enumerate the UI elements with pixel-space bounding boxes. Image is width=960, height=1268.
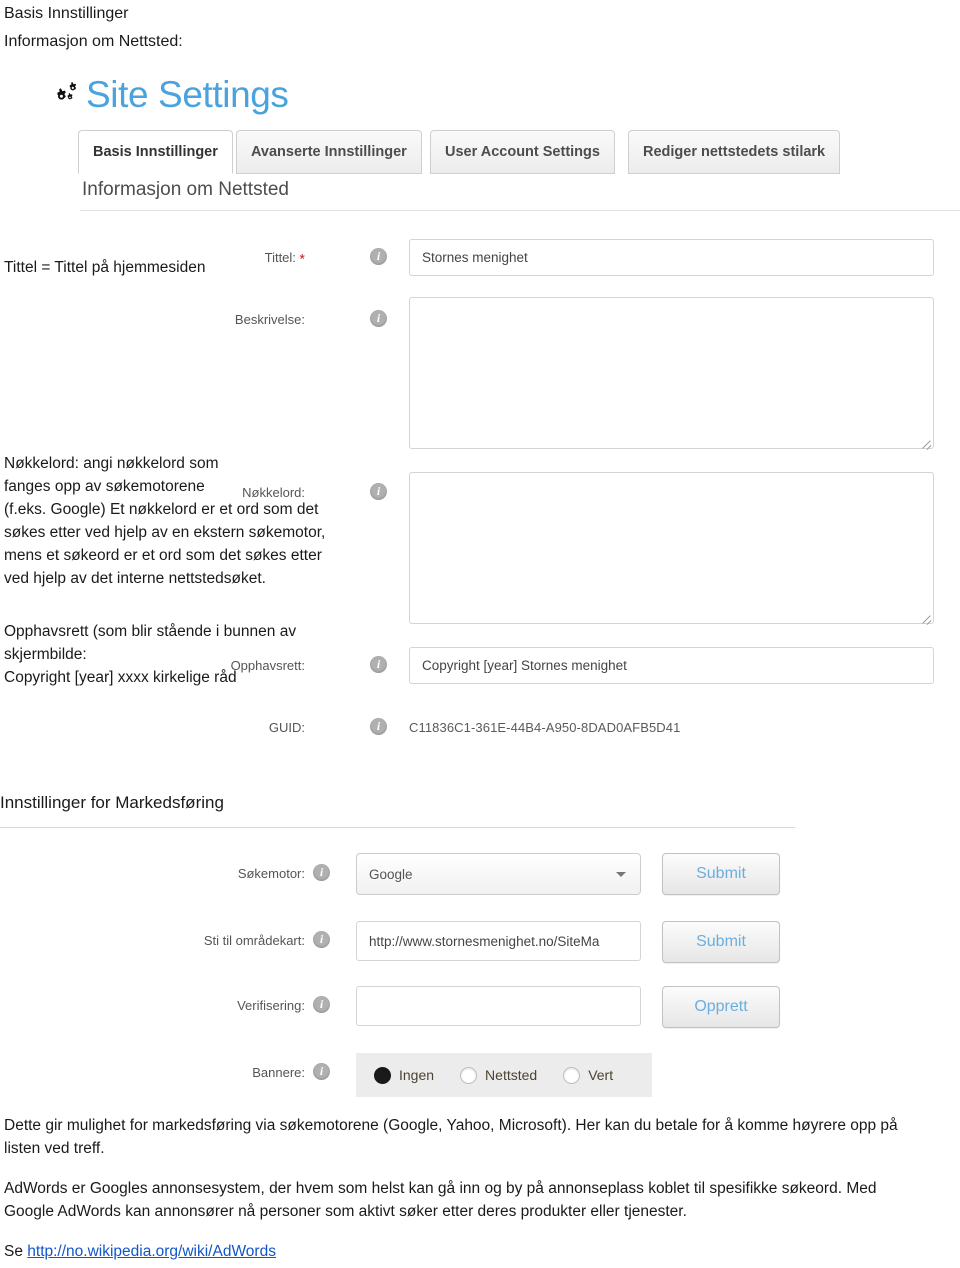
tab-avanserte-innstillinger[interactable]: Avanserte Innstillinger xyxy=(236,130,422,174)
tab-rediger-stilark[interactable]: Rediger nettstedets stilark xyxy=(628,130,841,174)
radio-option-ingen[interactable]: Ingen xyxy=(374,1066,435,1084)
radio-label-ingen: Ingen xyxy=(399,1067,435,1083)
tittel-input[interactable] xyxy=(409,239,934,276)
verifisering-opprett-button[interactable]: Opprett xyxy=(662,986,780,1028)
radio-indicator-vert[interactable] xyxy=(563,1066,581,1084)
nokkelord-textarea[interactable] xyxy=(409,472,934,624)
info-icon-opphavsrett[interactable]: i xyxy=(370,656,387,673)
opphavsrett-input[interactable] xyxy=(409,647,934,684)
panel-divider xyxy=(80,210,960,211)
required-marker: * xyxy=(299,250,305,267)
panel-title: Informasjon om Nettsted xyxy=(82,179,289,200)
guid-value: C11836C1-361E-44B4-A950-8DAD0AFB5D41 xyxy=(409,720,681,735)
verifisering-input[interactable] xyxy=(356,986,641,1026)
document-title-line-2: Informasjon om Nettsted: xyxy=(4,33,183,50)
info-icon-sokemotor[interactable]: i xyxy=(313,864,330,881)
beskrivelse-textarea[interactable] xyxy=(409,297,934,449)
paragraph-marketing-intro: Dette gir mulighet for markedsføring via… xyxy=(4,1117,902,1157)
info-icon-nokkelord[interactable]: i xyxy=(370,483,387,500)
label-opphavsrett: Opphavsrett: xyxy=(230,658,305,673)
sokemotor-select[interactable]: Google xyxy=(356,853,641,895)
info-icon-bannere[interactable]: i xyxy=(313,1063,330,1080)
tab-strip: Basis Innstillinger Avanserte Innstillin… xyxy=(78,130,958,176)
label-tittel: Tittel: * xyxy=(264,250,305,267)
gears-icon xyxy=(48,77,84,113)
label-beskrivelse: Beskrivelse: xyxy=(234,312,305,327)
info-icon-guid[interactable]: i xyxy=(370,718,387,735)
paragraph-adwords: AdWords er Googles annonsesystem, der hv… xyxy=(4,1180,881,1220)
radio-indicator-ingen[interactable] xyxy=(374,1066,391,1084)
radio-option-nettsted[interactable]: Nettsted xyxy=(460,1066,538,1084)
radio-option-vert[interactable]: Vert xyxy=(563,1066,614,1084)
bannere-radio-group: Ingen Nettsted Vert xyxy=(356,1053,652,1097)
app-title: Site Settings xyxy=(86,74,289,115)
label-verifisering: Verifisering: xyxy=(237,998,305,1013)
omradekart-submit-button[interactable]: Submit xyxy=(662,921,780,963)
radio-indicator-nettsted[interactable] xyxy=(460,1066,478,1084)
document-title-line-1: Basis Innstillinger xyxy=(4,5,129,22)
label-omradekart: Sti til områdekart: xyxy=(203,933,305,948)
tab-user-account-settings[interactable]: User Account Settings xyxy=(430,130,615,174)
sokemotor-selected-value: Google xyxy=(369,866,413,882)
info-icon-verifisering[interactable]: i xyxy=(313,996,330,1013)
info-icon-tittel[interactable]: i xyxy=(370,248,387,265)
radio-label-nettsted: Nettsted xyxy=(485,1067,538,1083)
sokemotor-submit-button[interactable]: Submit xyxy=(662,853,780,895)
tab-basis-innstillinger[interactable]: Basis Innstillinger xyxy=(78,130,233,174)
reference-prefix: Se xyxy=(4,1243,28,1260)
info-icon-beskrivelse[interactable]: i xyxy=(370,310,387,327)
radio-label-vert: Vert xyxy=(588,1067,614,1083)
label-nokkelord: Nøkkelord: xyxy=(242,485,305,500)
chevron-down-icon xyxy=(616,872,626,877)
label-bannere: Bannere: xyxy=(252,1065,305,1080)
paragraph-reference: Se http://no.wikipedia.org/wiki/AdWords xyxy=(4,1240,276,1263)
site-settings-screenshot: Site Settings Basis Innstillinger Avanse… xyxy=(0,60,960,1100)
wikipedia-adwords-link[interactable]: http://no.wikipedia.org/wiki/AdWords xyxy=(27,1243,276,1260)
app-brand: Site Settings xyxy=(48,72,289,118)
info-icon-omradekart[interactable]: i xyxy=(313,931,330,948)
label-guid: GUID: xyxy=(268,720,305,735)
omradekart-input[interactable] xyxy=(356,921,641,961)
label-sokemotor: Søkemotor: xyxy=(237,866,305,881)
